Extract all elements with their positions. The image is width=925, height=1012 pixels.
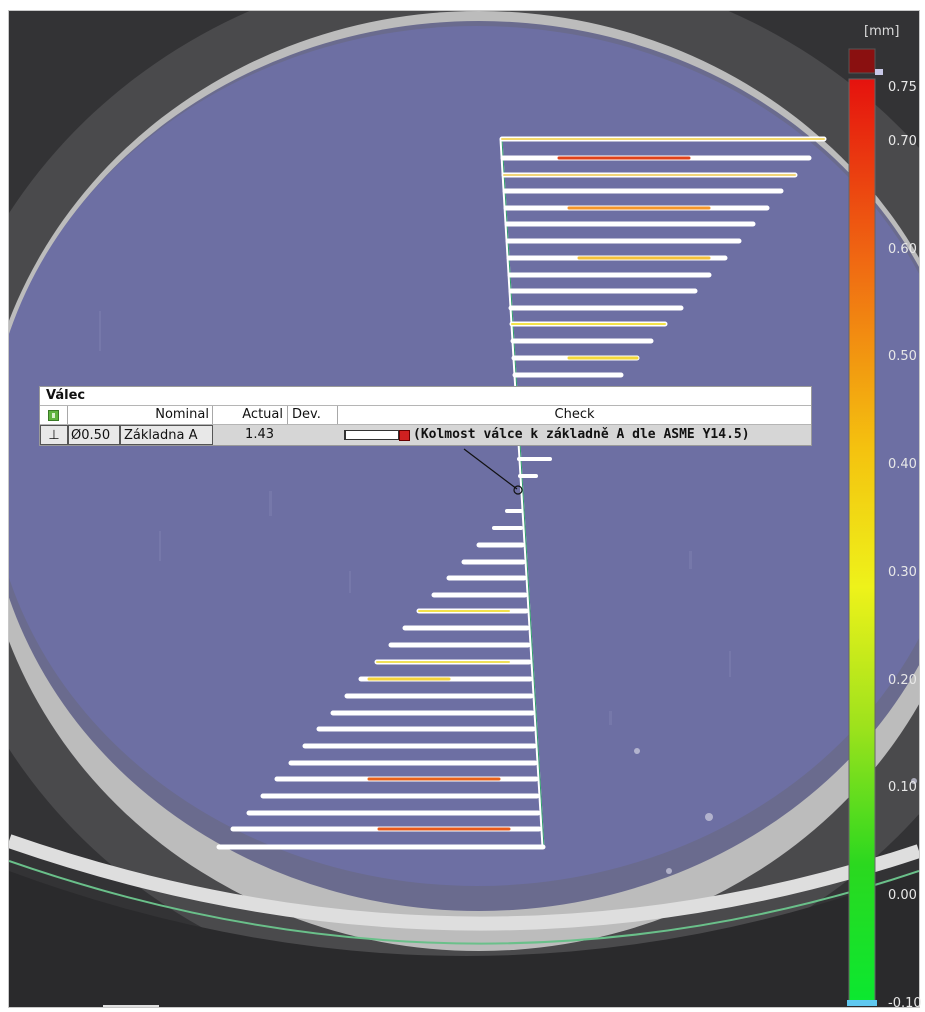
check-bar-indicator — [344, 430, 399, 440]
tolerance-value: Ø0.50 — [68, 425, 120, 445]
scale-tick-label: 0.00 — [888, 888, 917, 904]
viewer-root: [mm] 0.75 0.70 0.60 0.50 0.40 0.30 0.20 0.10 0.0… — [0, 0, 925, 1012]
check-description: (Kolmost válce k základně A dle ASME Y14… — [413, 427, 750, 442]
3d-viewport[interactable] — [8, 10, 920, 1008]
check-cell: (Kolmost válce k základně A dle ASME Y14… — [338, 425, 811, 445]
actual-value: 1.43 — [245, 427, 274, 442]
scale-tick-label: 0.30 — [888, 564, 917, 580]
header-check: Check — [554, 407, 595, 422]
scale-tick-label: 0.50 — [888, 349, 917, 365]
datum-surface — [9, 26, 919, 886]
scale-tick-label: 0.75 — [888, 80, 917, 95]
callout-title: Válec — [40, 387, 811, 406]
scale-marker — [875, 69, 883, 75]
color-scale-bar — [848, 78, 876, 1004]
scale-tick-label: 0.40 — [888, 457, 917, 473]
scale-tick-label: -0.10 — [888, 996, 922, 1011]
perpendicularity-symbol: ⊥ — [40, 425, 68, 445]
callout-header-row: Nominal Actual Dev. Check — [40, 406, 811, 425]
scale-out-of-range — [848, 48, 876, 74]
pass-status-icon — [48, 409, 59, 421]
scene-canvas[interactable] — [9, 11, 919, 1007]
scale-tick-label: 0.60 — [888, 241, 917, 257]
scale-tick-label: 0.70 — [888, 133, 917, 149]
scale-bottom-marker — [847, 1000, 877, 1006]
scale-tick-label: 0.10 — [888, 780, 917, 796]
callout-data-row[interactable]: ⊥ Ø0.50 Základna A 1.43 (Kolmost válce k… — [40, 425, 811, 445]
callout-status-cell[interactable] — [40, 406, 68, 424]
header-actual: Actual — [213, 406, 288, 424]
datum-reference: Základna A — [120, 425, 213, 445]
scale-tick-label: 0.20 — [888, 672, 917, 688]
scale-unit-label: [mm] — [864, 24, 900, 39]
gdt-callout-panel[interactable]: Válec Nominal Actual Dev. Check ⊥ Ø0.50 … — [39, 386, 812, 446]
header-dev: Dev. — [288, 406, 338, 424]
deviation-value — [288, 425, 338, 445]
header-nominal: Nominal — [68, 406, 213, 424]
check-fail-marker — [399, 429, 410, 441]
scale-ruler — [103, 1005, 159, 1007]
